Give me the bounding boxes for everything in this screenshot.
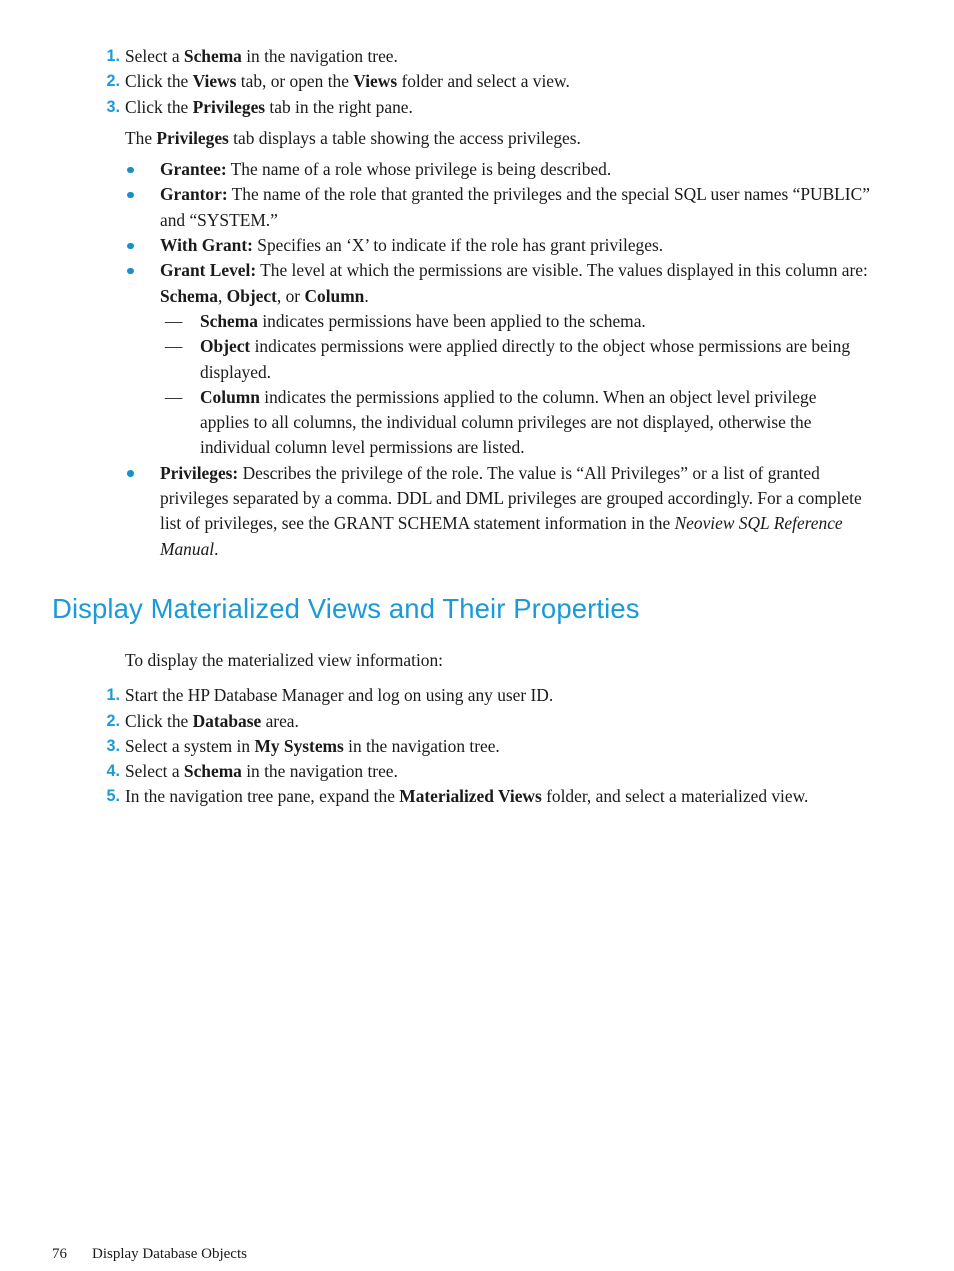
list-item: — Column indicates the permissions appli…	[0, 385, 954, 461]
list-item: 2. Click the Database area.	[0, 709, 954, 734]
list-marker: 4.	[106, 762, 120, 781]
list-item-text: Click the Database area.	[125, 710, 299, 731]
document-page: 1. Select a Schema in the navigation tre…	[0, 0, 954, 1271]
list-marker: 1.	[106, 686, 120, 705]
list-item: — Object indicates permissions were appl…	[0, 334, 954, 385]
privileges-column-bullets-last: Privileges: Describes the privilege of t…	[0, 461, 954, 562]
list-item: Grant Level: The level at which the perm…	[0, 258, 954, 309]
list-item: 4. Select a Schema in the navigation tre…	[0, 759, 954, 784]
footer-page-number: 76	[52, 1246, 67, 1262]
privileges-column-bullets: Grantee: The name of a role whose privil…	[0, 157, 954, 309]
list-item-text: Column indicates the permissions applied…	[200, 386, 817, 458]
list-marker: 2.	[106, 711, 120, 730]
list-item: Privileges: Describes the privilege of t…	[0, 461, 954, 562]
list-item-text: With Grant: Specifies an ‘X’ to indicate…	[160, 235, 664, 256]
list-item-text: Grantee: The name of a role whose privil…	[160, 159, 612, 180]
dash-marker: —	[165, 336, 183, 357]
list-item: 2. Click the Views tab, or open the View…	[0, 69, 954, 94]
page-content: 1. Select a Schema in the navigation tre…	[0, 44, 954, 810]
list-item-text: Select a Schema in the navigation tree.	[125, 761, 398, 782]
list-item: Grantee: The name of a role whose privil…	[0, 157, 954, 182]
list-item-text: Privileges: Describes the privilege of t…	[160, 462, 862, 559]
list-item-text: Grantor: The name of the role that grant…	[160, 184, 870, 230]
materialized-views-steps: 1. Start the HP Database Manager and log…	[0, 683, 954, 809]
privileges-intro-paragraph: The Privileges tab displays a table show…	[125, 127, 581, 148]
bullet-icon	[127, 166, 134, 174]
materialized-views-intro-paragraph: To display the materialized view informa…	[125, 649, 443, 670]
bullet-icon	[127, 267, 134, 275]
grant-level-sublist: — Schema indicates permissions have been…	[0, 309, 954, 461]
list-item-text: Object indicates permissions were applie…	[200, 336, 851, 382]
list-item-text: Click the Views tab, or open the Views f…	[125, 71, 570, 92]
bullet-icon	[127, 191, 134, 199]
list-item-text: Select a Schema in the navigation tree.	[125, 46, 398, 66]
list-item: 3. Click the Privileges tab in the right…	[0, 95, 954, 120]
list-item-text: Start the HP Database Manager and log on…	[125, 685, 554, 706]
list-item: — Schema indicates permissions have been…	[0, 309, 954, 334]
list-marker: 1.	[106, 47, 120, 65]
list-item: Grantor: The name of the role that grant…	[0, 182, 954, 233]
list-item-text: Grant Level: The level at which the perm…	[160, 260, 868, 306]
bullet-icon	[127, 242, 134, 250]
list-marker: 5.	[106, 787, 120, 806]
list-item-text: In the navigation tree pane, expand the …	[125, 786, 809, 807]
dash-marker: —	[165, 310, 183, 331]
list-item-text: Select a system in My Systems in the nav…	[125, 735, 500, 756]
list-item-text: Click the Privileges tab in the right pa…	[125, 96, 413, 117]
page-title: Display Materialized Views and Their Pro…	[52, 592, 640, 624]
footer-chapter-label: Display Database Objects	[92, 1246, 247, 1262]
bullet-icon	[127, 470, 134, 477]
list-item: 3. Select a system in My Systems in the …	[0, 734, 954, 759]
list-item: 1. Select a Schema in the navigation tre…	[0, 44, 954, 69]
list-marker: 2.	[106, 72, 120, 91]
list-marker: 3.	[106, 97, 120, 116]
list-item: With Grant: Specifies an ‘X’ to indicate…	[0, 233, 954, 258]
list-marker: 3.	[106, 736, 120, 755]
list-item-text: Schema indicates permissions have been a…	[200, 310, 646, 331]
privileges-procedure-steps: 1. Select a Schema in the navigation tre…	[0, 44, 954, 120]
dash-marker: —	[165, 386, 183, 407]
list-item: 1. Start the HP Database Manager and log…	[0, 683, 954, 708]
list-item: 5. In the navigation tree pane, expand t…	[0, 784, 954, 809]
